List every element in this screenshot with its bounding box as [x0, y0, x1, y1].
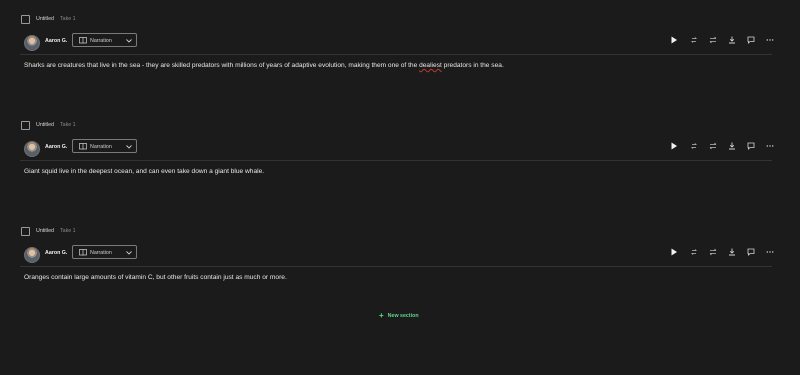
regenerate-icon[interactable]: [690, 36, 698, 44]
download-icon[interactable]: [728, 36, 736, 44]
more-icon[interactable]: [766, 142, 774, 150]
comment-icon[interactable]: [747, 248, 755, 256]
speaker-row: Aaron G. Narration: [24, 139, 774, 157]
book-icon: [79, 143, 87, 150]
speaker-name[interactable]: Aaron G.: [45, 250, 67, 256]
style-label: Narration: [90, 143, 112, 150]
play-icon[interactable]: [670, 142, 678, 150]
text-segment: Sharks are creatures that live in the se…: [24, 62, 420, 69]
divider: [20, 266, 772, 267]
comment-icon[interactable]: [747, 142, 755, 150]
style-dropdown[interactable]: Narration: [72, 139, 137, 153]
section-checkbox[interactable]: [21, 14, 30, 24]
style-dropdown[interactable]: Narration: [72, 33, 137, 47]
avatar[interactable]: [24, 34, 40, 51]
style-label: Narration: [90, 249, 112, 256]
swap-icon[interactable]: [709, 36, 717, 44]
plus-icon: +: [379, 311, 384, 320]
take-label: Take 1: [59, 16, 76, 22]
speaker-row: Aaron G. Narration: [24, 245, 774, 263]
section-text[interactable]: Sharks are creatures that live in the se…: [24, 62, 504, 69]
section-header: Untitled Take 1: [21, 120, 76, 130]
speaker-row: Aaron G. Narration: [24, 33, 774, 51]
speaker-name[interactable]: Aaron G.: [45, 144, 67, 150]
regenerate-icon[interactable]: [690, 142, 698, 150]
new-section-button[interactable]: + New section: [379, 312, 419, 320]
divider: [20, 160, 772, 161]
misspelled-word[interactable]: dealiest: [419, 62, 442, 69]
section-header: Untitled Take 1: [21, 226, 76, 236]
book-icon: [79, 249, 87, 256]
swap-icon[interactable]: [709, 142, 717, 150]
section-title[interactable]: Untitled: [36, 122, 54, 128]
chevron-down-icon: [126, 39, 132, 43]
text-segment: Oranges contain large amounts of vitamin…: [24, 274, 287, 281]
more-icon[interactable]: [766, 36, 774, 44]
section-checkbox[interactable]: [21, 226, 30, 236]
chevron-down-icon: [126, 251, 132, 255]
take-label: Take 1: [59, 228, 76, 234]
avatar[interactable]: [24, 140, 40, 157]
text-segment: Giant squid live in the deepest ocean, a…: [24, 168, 265, 175]
section-checkbox[interactable]: [21, 120, 30, 130]
section-text[interactable]: Giant squid live in the deepest ocean, a…: [24, 168, 264, 175]
new-section-label: New section: [387, 313, 419, 319]
comment-icon[interactable]: [747, 36, 755, 44]
section-title[interactable]: Untitled: [36, 228, 54, 234]
download-icon[interactable]: [728, 248, 736, 256]
chevron-down-icon: [126, 145, 132, 149]
take-label: Take 1: [59, 122, 76, 128]
speaker-name[interactable]: Aaron G.: [45, 38, 67, 44]
section-title[interactable]: Untitled: [36, 16, 54, 22]
book-icon: [79, 37, 87, 44]
play-icon[interactable]: [670, 36, 678, 44]
regenerate-icon[interactable]: [690, 248, 698, 256]
play-icon[interactable]: [670, 248, 678, 256]
avatar[interactable]: [24, 246, 40, 263]
style-dropdown[interactable]: Narration: [72, 245, 137, 259]
style-label: Narration: [90, 37, 112, 44]
text-segment: predators in the sea.: [441, 62, 504, 69]
section-header: Untitled Take 1: [21, 14, 76, 24]
download-icon[interactable]: [728, 142, 736, 150]
divider: [20, 54, 772, 55]
more-icon[interactable]: [766, 248, 774, 256]
section-text[interactable]: Oranges contain large amounts of vitamin…: [24, 274, 287, 281]
swap-icon[interactable]: [709, 248, 717, 256]
